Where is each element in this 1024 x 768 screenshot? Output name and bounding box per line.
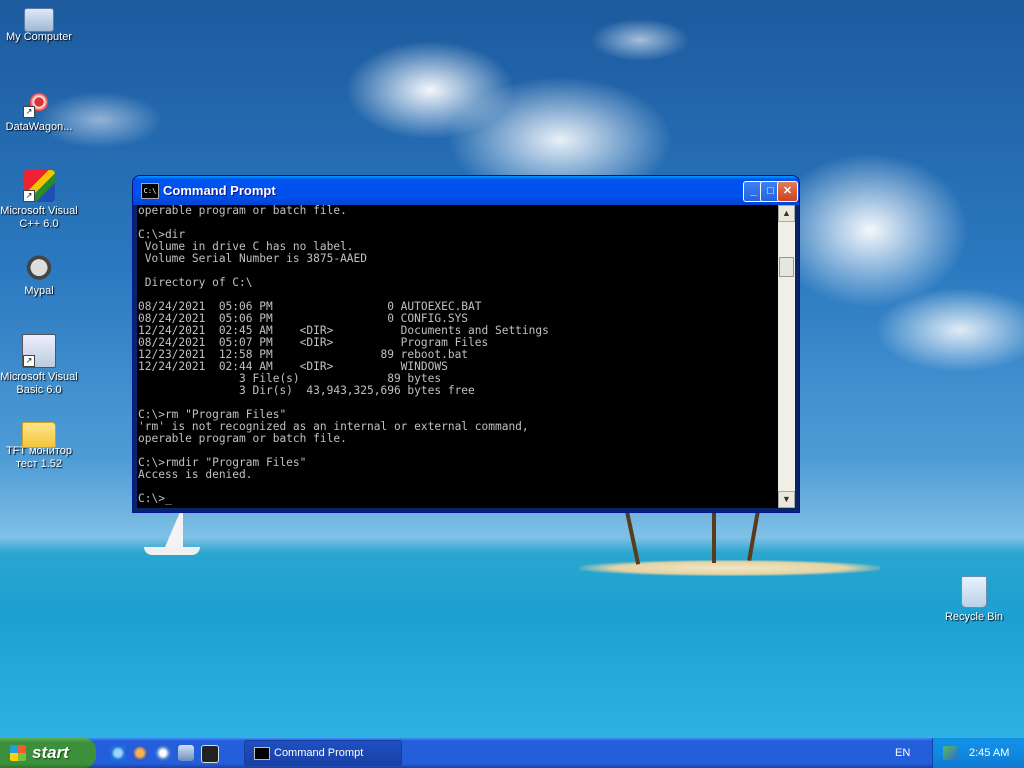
scroll-up-button[interactable]: ▲: [778, 205, 795, 222]
desktop-icon-label: Microsoft Visual Basic 6.0: [0, 371, 78, 396]
palm-tree: [747, 505, 761, 561]
palm-tree: [712, 505, 716, 563]
console-output[interactable]: operable program or batch file. C:\>dir …: [137, 205, 778, 508]
close-button[interactable]: ✕: [777, 181, 798, 202]
scroll-thumb[interactable]: [779, 257, 794, 277]
hull: [144, 547, 200, 555]
scroll-down-button[interactable]: ▼: [778, 491, 795, 508]
language-indicator[interactable]: EN: [895, 747, 910, 759]
island-scenery: [580, 560, 880, 576]
desktop-icon-visual-cpp[interactable]: ↗ Microsoft Visual C++ 6.0: [0, 170, 78, 231]
start-button[interactable]: start: [0, 738, 96, 768]
ie-icon[interactable]: [110, 745, 126, 761]
visual-basic-icon: ↗: [22, 334, 56, 368]
taskbar: start Command Prompt EN 2:45 AM: [0, 738, 1024, 768]
desktop-icon-recycle-bin[interactable]: Recycle Bin: [935, 576, 1013, 624]
desktop-icon-label: Microsoft Visual C++ 6.0: [0, 205, 78, 230]
monitor-icon[interactable]: [178, 745, 194, 761]
desktop-icon-label: Mypal: [24, 285, 54, 297]
command-prompt-window[interactable]: C:\ Command Prompt _ □ ✕ operable progra…: [133, 176, 799, 512]
firefox-icon[interactable]: [132, 745, 148, 761]
datawagon-icon: ↗: [23, 86, 55, 118]
desktop-icon-label: TFT монитор тест 1.52: [5, 445, 73, 470]
media-icon[interactable]: [155, 745, 171, 761]
shortcut-arrow-icon: ↗: [23, 190, 35, 202]
sailboat-scenery: [140, 505, 200, 555]
window-titlebar[interactable]: C:\ Command Prompt _ □ ✕: [133, 176, 799, 205]
recycle-bin-icon: [961, 576, 987, 608]
start-label: start: [32, 743, 69, 762]
shortcut-arrow-icon: ↗: [23, 106, 35, 118]
desktop-icon-label: Recycle Bin: [944, 611, 1004, 623]
desktop-icon-tft-monitor[interactable]: TFT монитор тест 1.52: [0, 416, 78, 471]
console-text: operable program or batch file. C:\>dir …: [138, 205, 549, 505]
window-title: Command Prompt: [163, 183, 276, 198]
desktop-icon-visual-basic[interactable]: ↗ Microsoft Visual Basic 6.0: [0, 334, 78, 397]
desktop-icon-mypal[interactable]: Mypal: [0, 250, 78, 298]
folder-icon: [22, 422, 56, 448]
7zip-icon[interactable]: [201, 745, 219, 763]
visual-cpp-icon: ↗: [23, 170, 55, 202]
computer-icon: [24, 8, 54, 32]
mypal-icon: [23, 250, 55, 282]
desktop-icon-label: DataWagon...: [5, 121, 73, 133]
clock[interactable]: 2:45 AM: [969, 747, 1009, 759]
cmd-icon: C:\: [141, 183, 159, 199]
taskbar-button-label: Command Prompt: [274, 747, 364, 759]
taskbar-button-command-prompt[interactable]: Command Prompt: [244, 740, 402, 766]
windows-logo-icon: [10, 745, 26, 761]
desktop-icon-my-computer[interactable]: My Computer: [0, 4, 78, 44]
desktop-icon-label: My Computer: [5, 31, 73, 43]
cmd-icon: [254, 747, 270, 760]
network-icon[interactable]: [943, 746, 957, 760]
system-tray: 2:45 AM: [932, 738, 1024, 768]
vertical-scrollbar[interactable]: ▲ ▼: [778, 205, 795, 508]
desktop-icon-datawagon[interactable]: ↗ DataWagon...: [0, 86, 78, 134]
shortcut-arrow-icon: ↗: [23, 355, 35, 367]
palm-tree: [623, 505, 641, 565]
